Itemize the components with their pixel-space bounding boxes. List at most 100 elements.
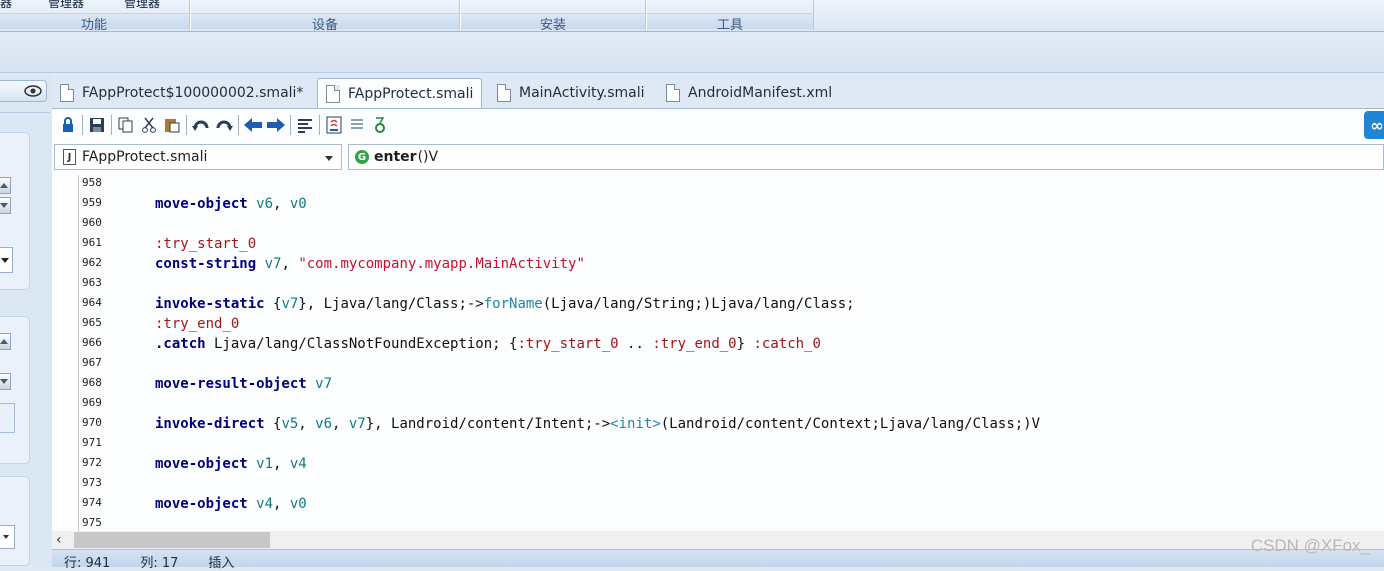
code-text: :try_start_0 (155, 236, 257, 252)
sidebar-panel (0, 316, 30, 464)
code-line[interactable]: 971 (52, 435, 1384, 455)
scrollbar-thumb[interactable] (74, 532, 270, 548)
status-mode: 插入 (208, 556, 235, 571)
code-text: invoke-direct {v5, v6, v7}, Landroid/con… (155, 416, 1041, 432)
code-editor[interactable]: 958 959 move-object v6, v0 960 961:try_start… (52, 175, 1384, 531)
list-icon[interactable] (347, 115, 367, 135)
code-line[interactable]: 963 (52, 275, 1384, 295)
scroll-down-button[interactable] (0, 373, 11, 390)
divider (0, 112, 50, 113)
code-line[interactable]: 968 move-result-object v7 (52, 375, 1384, 395)
tab-fappprotect-inner[interactable]: FAppProtect$100000002.smali* (52, 78, 311, 108)
line-number: 965 (82, 316, 102, 329)
code-line[interactable]: 969 (52, 395, 1384, 415)
tab-androidmanifest[interactable]: AndroidManifest.xml (658, 78, 840, 108)
code-line[interactable]: 960 (52, 215, 1384, 235)
chevron-down-icon (325, 156, 333, 161)
code-text: invoke-static {v7}, Ljava/lang/Class;->f… (155, 296, 855, 312)
watermark: CSDN @XFox_ (1250, 536, 1370, 555)
ribbon-group-caption: 工具 (647, 13, 813, 33)
code-line[interactable]: 962 const-string v7, "com.mycompany.myapp… (52, 255, 1384, 275)
code-text: move-object v1, v4 (155, 456, 307, 472)
line-number: 971 (82, 436, 102, 449)
line-number: 973 (82, 476, 102, 489)
scroll-up-button[interactable] (0, 177, 11, 194)
code-text: .catch Ljava/lang/ClassNotFoundException… (155, 336, 821, 352)
save-icon[interactable] (87, 115, 107, 135)
code-line[interactable]: 967 (52, 355, 1384, 375)
code-line[interactable]: 975 (52, 515, 1384, 531)
toolbar-separator (82, 115, 83, 135)
sidebar-dropdown[interactable] (0, 247, 13, 273)
line-number: 970 (82, 416, 102, 429)
code-line[interactable]: 972 move-object v1, v4 (52, 455, 1384, 475)
ribbon-group-install: 安装 (460, 0, 646, 33)
code-line[interactable]: 965:try_end_0 (52, 315, 1384, 335)
tab-label: FAppProtect.smali (348, 86, 474, 102)
method-dropdown[interactable]: G enter ()V (348, 144, 1384, 170)
lock-icon[interactable] (58, 115, 78, 135)
line-number: 972 (82, 456, 102, 469)
toolbar-separator (319, 115, 320, 135)
ribbon-band (0, 33, 1384, 73)
sidebar-view-toggle[interactable] (0, 80, 47, 102)
tab-fappprotect[interactable]: FAppProtect.smali (317, 78, 483, 109)
cut-icon[interactable] (139, 115, 159, 135)
line-number: 969 (82, 396, 102, 409)
line-number: 966 (82, 336, 102, 349)
redo-icon[interactable] (214, 115, 234, 135)
class-dropdown[interactable]: J FAppProtect.smali (54, 144, 342, 170)
line-number: 959 (82, 196, 102, 209)
tab-label: FAppProtect$100000002.smali* (82, 85, 304, 101)
toolbar-separator (238, 115, 239, 135)
eye-icon (24, 85, 42, 97)
code-line[interactable]: 958 (52, 175, 1384, 195)
file-icon (60, 84, 74, 102)
back-icon[interactable] (243, 115, 263, 135)
run-icon[interactable] (370, 115, 390, 135)
copy-icon[interactable] (116, 115, 136, 135)
code-line[interactable]: 961:try_start_0 (52, 235, 1384, 255)
java-icon[interactable] (324, 115, 344, 135)
line-number: 958 (82, 176, 102, 189)
class-dropdown-value: FAppProtect.smali (82, 149, 208, 165)
status-column: 列: 17 (140, 556, 179, 571)
file-icon (666, 84, 680, 102)
format-icon[interactable] (295, 115, 315, 135)
code-text: move-result-object v7 (155, 376, 333, 392)
sidebar-dropdown[interactable] (0, 525, 15, 549)
forward-icon[interactable] (266, 115, 286, 135)
java-file-icon: J (63, 149, 76, 165)
link-icon: ∞ (1370, 115, 1384, 135)
code-line[interactable]: 959 move-object v6, v0 (52, 195, 1384, 215)
method-signature: ()V (417, 149, 439, 165)
file-icon (326, 85, 340, 103)
horizontal-scrollbar[interactable]: ‹ (52, 531, 1384, 549)
ribbon-group-caption: 设备 (191, 13, 459, 33)
tab-label: AndroidManifest.xml (688, 85, 833, 101)
paste-icon[interactable] (162, 115, 182, 135)
ribbon-group-caption: 功能 (0, 13, 189, 33)
code-line[interactable]: 974 move-object v4, v0 (52, 495, 1384, 515)
line-number: 963 (82, 276, 102, 289)
code-line[interactable]: 964 invoke-static {v7}, Ljava/lang/Class;… (52, 295, 1384, 315)
scroll-down-button[interactable] (0, 197, 11, 214)
code-text: move-object v4, v0 (155, 496, 307, 512)
scroll-left-icon[interactable]: ‹ (56, 532, 62, 548)
scroll-up-button[interactable] (0, 333, 11, 350)
file-icon (497, 84, 511, 102)
line-number: 967 (82, 356, 102, 369)
code-line[interactable]: 966 .catch Ljava/lang/ClassNotFoundExcept… (52, 335, 1384, 355)
undo-icon[interactable] (191, 115, 211, 135)
method-name: enter (374, 149, 417, 165)
tab-mainactivity[interactable]: MainActivity.smali (489, 78, 653, 108)
code-text: const-string v7, "com.mycompany.myapp.Ma… (155, 256, 585, 272)
tab-label: MainActivity.smali (519, 85, 645, 101)
code-line[interactable]: 973 (52, 475, 1384, 495)
share-button[interactable]: ∞ (1364, 111, 1384, 139)
code-line[interactable]: 970 invoke-direct {v5, v6, v7}, Landroid/… (52, 415, 1384, 435)
ribbon: 器 管理器 管理器 功能 设备 安装 工具 (0, 0, 1384, 33)
toolbar-separator (186, 115, 187, 135)
ribbon-group-caption: 安装 (461, 13, 645, 33)
sidebar-button[interactable] (0, 403, 15, 433)
